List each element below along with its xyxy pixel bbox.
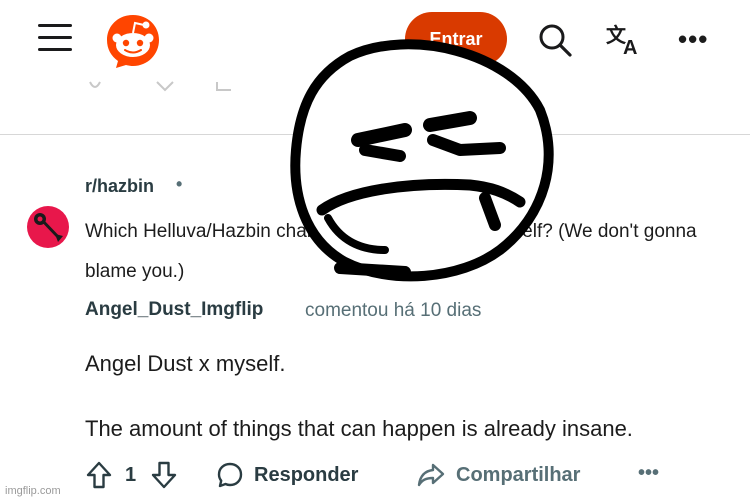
reply-label: Responder — [254, 463, 359, 486]
reply-button[interactable]: Responder — [216, 459, 358, 491]
upvote-icon[interactable] — [85, 460, 113, 490]
separator-dot: • — [176, 174, 183, 194]
translate-icon[interactable]: 文 A — [606, 22, 644, 56]
reddit-logo[interactable] — [104, 12, 162, 70]
svg-text:A: A — [623, 37, 637, 56]
search-icon[interactable] — [537, 22, 573, 58]
divider — [0, 134, 750, 135]
comment-actions: 1 Responder Compartilhar ••• — [0, 456, 750, 496]
share-arrow-icon — [417, 463, 445, 487]
comment-text-line: Angel Dust x myself. — [85, 351, 286, 376]
vote-count: 1 — [125, 464, 137, 486]
share-button[interactable]: Compartilhar — [416, 459, 580, 491]
more-icon[interactable]: ••• — [678, 24, 708, 55]
subreddit-name[interactable]: r/hazbin — [85, 176, 154, 197]
subreddit-avatar[interactable] — [27, 206, 69, 248]
menu-icon[interactable] — [38, 24, 72, 54]
watermark: imgflip.com — [5, 485, 61, 497]
downvote-icon[interactable] — [150, 460, 178, 490]
comment-author[interactable]: Angel_Dust_Imgflip — [85, 299, 263, 321]
previous-post-actions — [89, 81, 417, 92]
post-title[interactable]: Which Helluva/Hazbin character you ship … — [85, 212, 705, 292]
share-label: Compartilhar — [456, 463, 581, 486]
comment-meta: comentou há 10 dias — [305, 300, 482, 321]
top-bar: Entrar 文 A ••• — [0, 0, 750, 80]
enter-button[interactable]: Entrar — [405, 12, 507, 66]
comment-more-icon[interactable]: ••• — [638, 462, 659, 485]
comment-text-line: The amount of things that can happen is … — [85, 416, 633, 441]
comment-bubble-icon — [217, 462, 243, 488]
